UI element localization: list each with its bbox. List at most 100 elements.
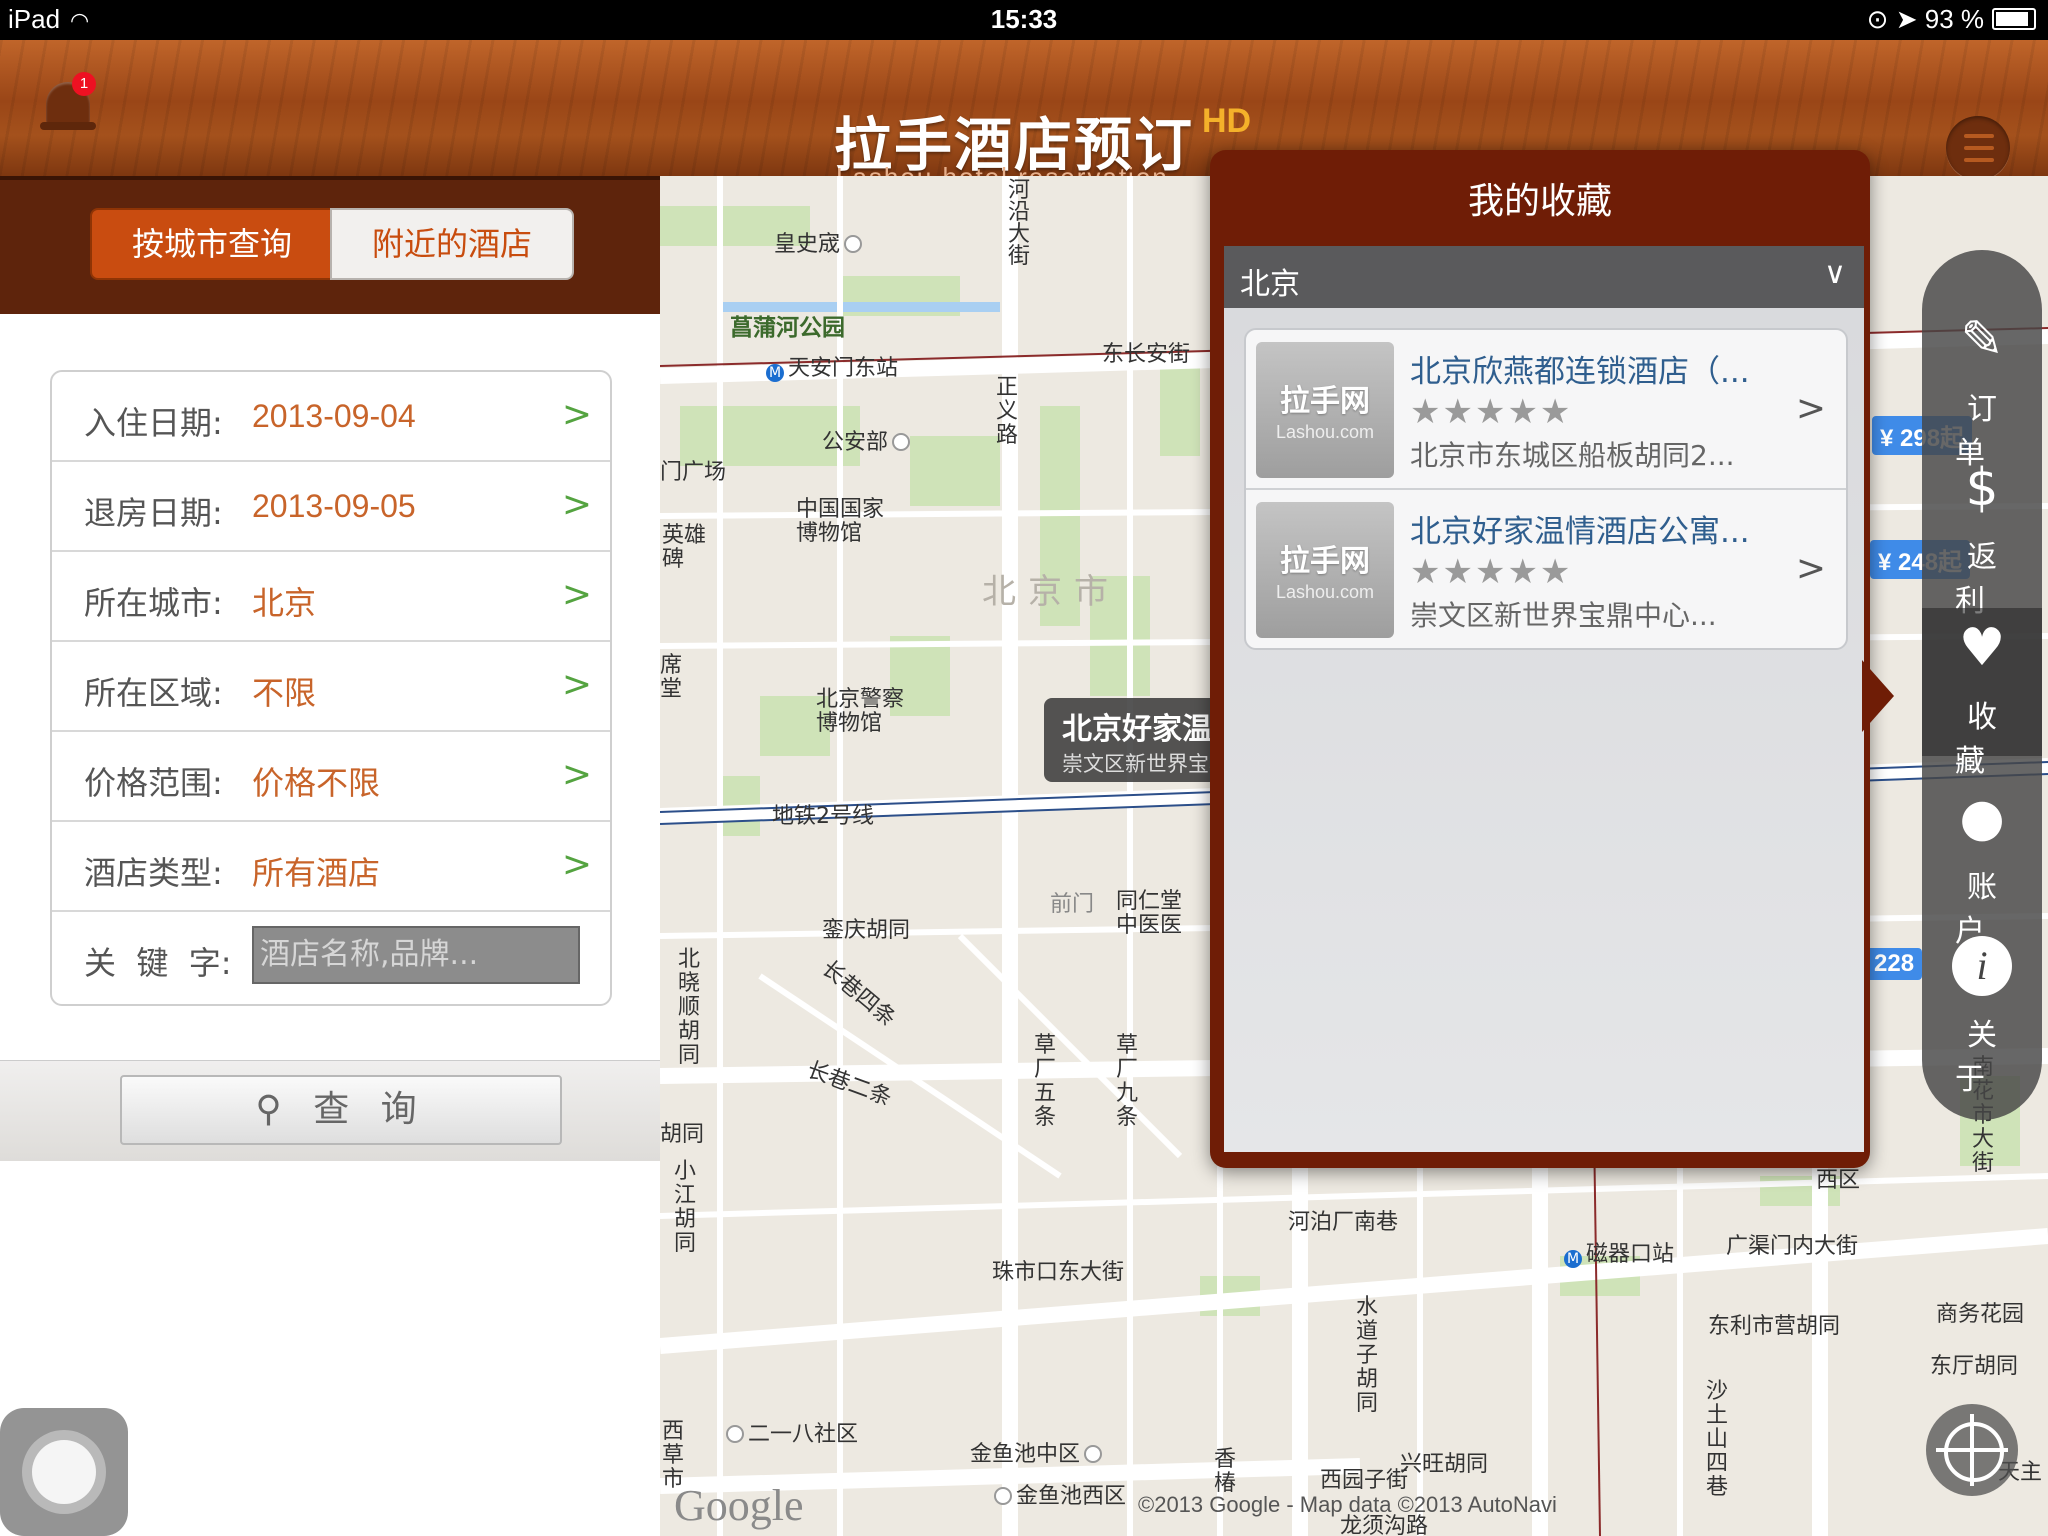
map-label: 商务花园	[1936, 1302, 2025, 1327]
user-icon: ●	[1959, 788, 2005, 848]
map-copyright: ©2013 Google - Map data ©2013 AutoNavi	[1138, 1492, 1557, 1517]
map-label: 胡同	[660, 1122, 705, 1147]
map-label: 香椿	[1214, 1447, 1237, 1496]
checkin-date-row[interactable]: 入住日期: 2013-09-04 >	[52, 372, 610, 462]
checkin-value: 2013-09-04	[252, 398, 416, 434]
dock-favorites[interactable]: ♥ 收藏	[1922, 608, 2042, 779]
checkout-label: 退房日期:	[84, 494, 223, 532]
google-logo: Google	[674, 1481, 804, 1530]
map-label: 二一八社区	[722, 1416, 858, 1448]
favorite-hotel-item[interactable]: 拉手网 Lashou.com 北京欣燕都连锁酒店（... ★★★★★ 北京市东城…	[1246, 330, 1846, 490]
search-form: 入住日期: 2013-09-04 > 退房日期: 2013-09-05 > 所在…	[50, 370, 612, 1006]
menu-icon-line	[1964, 146, 1994, 150]
location-icon: ➤	[1895, 4, 1918, 34]
side-dock: ✎ 订单 $ 返利 ♥ 收藏 ● 账户 i 关于	[1922, 250, 2042, 1120]
map-label: 正义路	[996, 375, 1019, 448]
search-icon: ⚲	[255, 1089, 292, 1130]
map-label: 珠市口东大街	[992, 1260, 1125, 1285]
map-label: 同仁堂中医医	[1116, 889, 1183, 938]
keyword-label: 关 键 字:	[84, 944, 232, 982]
city-value: 北京	[252, 584, 317, 622]
lashou-logo-sub: Lashou.com	[1275, 422, 1375, 442]
chevron-right-icon: >	[561, 664, 592, 705]
city-row[interactable]: 所在城市: 北京 >	[52, 552, 610, 642]
hotel-thumbnail: 拉手网 Lashou.com	[1256, 502, 1394, 638]
order-icon: ✎	[1960, 310, 2004, 370]
keyword-row: 关 键 字: 酒店名称,品牌...	[52, 912, 610, 1004]
chevron-right-icon: >	[561, 574, 592, 615]
dock-orders[interactable]: ✎ 订单	[1922, 300, 2042, 471]
search-mode-bar: 按城市查询 附近的酒店	[0, 176, 660, 314]
map-label: 金鱼池西区	[990, 1478, 1126, 1510]
map-label: 兴旺胡同	[1400, 1452, 1489, 1477]
rebate-tag-icon: $	[1965, 458, 1999, 518]
chevron-right-icon: >	[561, 394, 592, 435]
map-label: 前门	[1050, 892, 1095, 917]
assistive-touch-button[interactable]	[0, 1408, 128, 1536]
dock-label: 返利	[1955, 540, 2021, 619]
chevron-right-icon: >	[561, 484, 592, 525]
map-city-label: 北京市	[982, 572, 1120, 612]
map-label: 席堂	[660, 653, 683, 702]
query-button[interactable]: ⚲ 查 询	[120, 1075, 562, 1145]
price-range-label: 价格范围:	[84, 764, 223, 802]
district-label: 所在区域:	[84, 674, 223, 712]
map-label: 金鱼池中区	[970, 1436, 1106, 1468]
favorite-hotel-item[interactable]: 拉手网 Lashou.com 北京好家温情酒店公寓... ★★★★★ 崇文区新世…	[1246, 490, 1846, 648]
map-label: 北晓顺胡同	[678, 947, 701, 1068]
map-label: 沙土山四巷	[1706, 1379, 1729, 1500]
crosshair-v	[1970, 1414, 1974, 1486]
locate-me-button[interactable]	[1926, 1404, 2018, 1496]
assistive-center	[32, 1440, 96, 1504]
hotel-type-value: 所有酒店	[252, 854, 381, 892]
price-range-row[interactable]: 价格范围: 价格不限 >	[52, 732, 610, 822]
hotel-address: 北京市东城区船板胡同2...	[1410, 439, 1735, 472]
hotel-type-label: 酒店类型:	[84, 854, 223, 892]
district-row[interactable]: 所在区域: 不限 >	[52, 642, 610, 732]
dock-label: 关于	[1955, 1018, 2021, 1097]
hotel-name: 北京好家温情酒店公寓...	[1410, 514, 1750, 550]
query-bar: ⚲ 查 询	[0, 1060, 660, 1161]
hotel-price-marker[interactable]: 228	[1866, 948, 1923, 980]
popover-arrow	[1862, 660, 1894, 732]
checkin-label: 入住日期:	[84, 404, 223, 442]
dock-about[interactable]: i 关于	[1922, 926, 2042, 1097]
crosshair-icon	[1944, 1422, 2004, 1482]
favorites-popover: 我的收藏 北京 ∨ 拉手网 Lashou.com 北京欣燕都连锁酒店（... ★…	[1210, 150, 1870, 1168]
tab-city-search[interactable]: 按城市查询	[90, 208, 334, 280]
menu-button[interactable]	[1946, 116, 2010, 180]
city-dropdown[interactable]: 北京 ∨	[1224, 246, 1864, 308]
battery-status: ⊙ ➤ 93 %	[1867, 4, 2036, 35]
battery-icon	[1992, 8, 2036, 30]
city-dropdown-value: 北京	[1240, 267, 1300, 302]
dock-account[interactable]: ● 账户	[1922, 778, 2042, 949]
favorites-content: 北京 ∨ 拉手网 Lashou.com 北京欣燕都连锁酒店（... ★★★★★ …	[1224, 246, 1864, 1152]
map-label: M 磁器口站	[1564, 1236, 1674, 1268]
price-range-value: 价格不限	[252, 764, 381, 802]
notification-button[interactable]: 1	[40, 72, 96, 138]
status-bar: iPad ◠ 15:33 ⊙ ➤ 93 %	[0, 0, 2048, 40]
checkout-value: 2013-09-05	[252, 488, 416, 524]
map-label: 河泊厂南巷	[1288, 1210, 1399, 1235]
hotel-type-row[interactable]: 酒店类型: 所有酒店 >	[52, 822, 610, 912]
chevron-right-icon: >	[561, 754, 592, 795]
chevron-right-icon: >	[1795, 548, 1826, 589]
checkout-date-row[interactable]: 退房日期: 2013-09-05 >	[52, 462, 610, 552]
keyword-input[interactable]: 酒店名称,品牌...	[252, 926, 580, 984]
chevron-down-icon: ∨	[1824, 256, 1846, 291]
query-button-label: 查 询	[313, 1089, 427, 1130]
map-label: M 天安门东站	[766, 350, 898, 382]
map-label: 銮庆胡同	[822, 918, 911, 943]
tab-nearby-hotels[interactable]: 附近的酒店	[330, 208, 574, 280]
hotel-thumbnail: 拉手网 Lashou.com	[1256, 342, 1394, 478]
search-panel: 按城市查询 附近的酒店 入住日期: 2013-09-04 > 退房日期: 201…	[0, 176, 660, 1536]
favorites-title: 我的收藏	[1467, 181, 1612, 222]
map-label: 门广场	[660, 460, 727, 485]
map-label: 英雄碑	[662, 523, 707, 572]
info-icon: i	[1952, 936, 2012, 996]
map-label: 草厂五条	[1034, 1033, 1057, 1130]
lashou-logo-sub: Lashou.com	[1275, 582, 1375, 602]
favorites-list: 拉手网 Lashou.com 北京欣燕都连锁酒店（... ★★★★★ 北京市东城…	[1244, 328, 1848, 650]
dock-rebate[interactable]: $ 返利	[1922, 448, 2042, 619]
lock-rotation-icon: ⊙	[1866, 4, 1889, 34]
